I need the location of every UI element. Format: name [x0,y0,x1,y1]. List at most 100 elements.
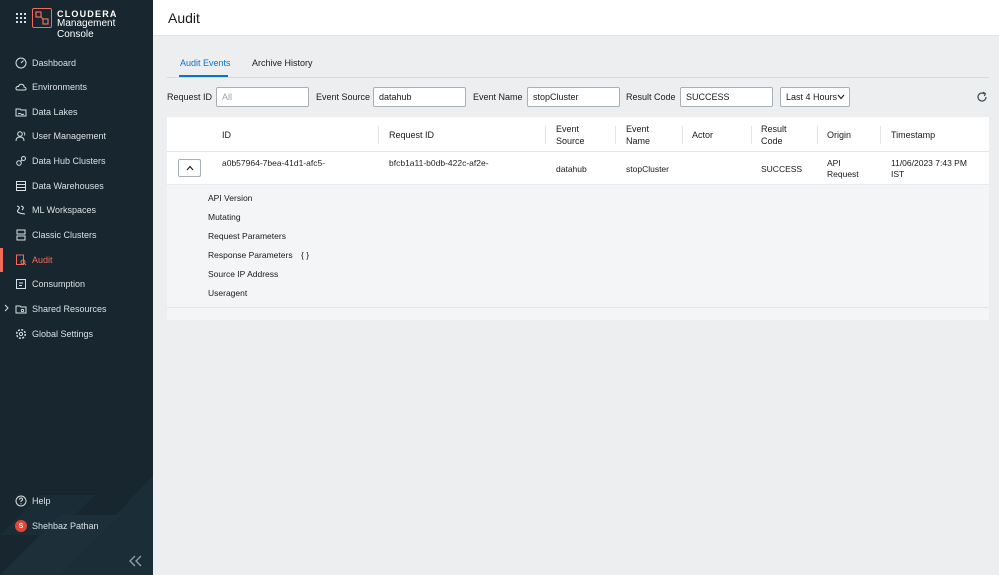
event-name-filter-label: Event Name [473,92,523,102]
nav-item-label: Audit [32,255,53,265]
detail-label-source-ip: Source IP Address [208,269,279,279]
col-header-origin[interactable]: Origin [827,129,851,141]
col-header-timestamp[interactable]: Timestamp [891,129,935,141]
col-header-event-name[interactable]: Event Name [626,123,650,147]
col-header-request-id[interactable]: Request ID [389,129,434,141]
sidebar: CLOUDERA Management Console Dashboard En… [0,0,153,575]
cell-result-code: SUCCESS [761,164,803,174]
nav-item-consumption[interactable]: Consumption [0,272,153,296]
redacted-text [388,170,508,178]
event-name-input[interactable]: stopCluster [527,87,620,107]
event-source-filter-label: Event Source [316,92,371,102]
nav-item-label: Data Hub Clusters [32,156,106,166]
nav-item-label: Data Warehouses [32,181,104,191]
gear-icon [15,328,27,340]
help-icon [15,495,27,507]
tab-archive-history[interactable]: Archive History [252,58,313,68]
cell-timestamp-line1: 11/06/2023 7:43 PM [891,158,967,168]
nav-item-user-management[interactable]: User Management [0,124,153,148]
nav-item-label: Dashboard [32,58,77,68]
col-header-actor[interactable]: Actor [692,129,713,141]
warehouse-icon [15,180,27,192]
chevron-right-icon[interactable] [4,304,9,312]
nav-item-label: Classic Clusters [32,230,97,240]
main-content: Audit Audit Events Archive History Reque… [153,0,999,575]
nav-item-label: Environments [32,82,88,92]
user-name: Shehbaz Pathan [32,521,99,531]
dashboard-icon [15,57,27,69]
time-range-select[interactable]: Last 4 Hours [780,87,850,107]
nav-item-label: Consumption [32,279,86,289]
redacted-actor [693,159,719,177]
column-divider [615,126,616,144]
nav-item-global-settings[interactable]: Global Settings [0,322,153,346]
chevron-up-icon [186,165,194,171]
request-id-filter-label: Request ID [167,92,213,102]
nav-item-data-hub-clusters[interactable]: Data Hub Clusters [0,149,153,173]
user-profile[interactable]: S Shehbaz Pathan [0,514,153,538]
nav-item-data-lakes[interactable]: Data Lakes [0,100,153,124]
detail-value-response-parameters: { } [301,250,310,260]
table-row[interactable]: a0b57964-7bea-41d1-afc5- bfcb1a11-b0db-4… [167,152,989,185]
nav-item-ml-workspaces[interactable]: ML Workspaces [0,198,153,222]
request-id-input[interactable] [216,87,309,107]
app-header: CLOUDERA Management Console [0,0,153,40]
nav-item-label: Shared Resources [32,304,107,314]
cell-event-name: stopCluster [626,164,669,174]
ml-icon [15,204,27,216]
nav-item-environments[interactable]: Environments [0,75,153,99]
nav-item-shared-resources[interactable]: Shared Resources [0,297,153,321]
nav-item-label: Global Settings [32,329,94,339]
col-header-event-name-line1: Event [626,124,650,134]
nav-item-label: User Management [32,131,107,141]
event-source-input[interactable]: datahub [373,87,466,107]
folder-icon [15,303,27,315]
detail-label-mutating: Mutating [208,212,241,222]
detail-label-api-version: API Version [208,193,253,203]
row-details-panel: API Version Mutating Request Parameters … [167,185,989,308]
col-header-event-source[interactable]: Event Source [556,123,585,147]
col-header-result-code[interactable]: Result Code [761,123,787,147]
refresh-icon[interactable] [976,91,988,103]
column-divider [378,126,379,144]
nav-item-label: Data Lakes [32,107,78,117]
cell-event-source: datahub [556,164,587,174]
column-divider [682,126,683,144]
nav-item-audit[interactable]: Audit [0,248,153,272]
cell-origin-line1: API [827,158,841,168]
col-header-result-code-line2: Code [761,136,783,146]
redacted-text [221,170,341,178]
col-header-event-name-line2: Name [626,136,651,146]
time-range-value: Last 4 Hours [786,92,838,102]
page-header: Audit [153,0,999,36]
server-icon [15,229,27,241]
consumption-icon [15,278,27,290]
avatar: S [15,520,27,532]
col-header-id[interactable]: ID [222,129,231,141]
data-lake-icon [15,106,27,118]
nav-item-help[interactable]: Help [0,489,153,513]
nav-item-dashboard[interactable]: Dashboard [0,51,153,75]
app-switcher-icon[interactable] [16,13,26,23]
audit-icon [15,254,27,266]
cell-id: a0b57964-7bea-41d1-afc5- [222,158,326,168]
collapse-sidebar-icon[interactable] [129,555,143,567]
detail-label-response-parameters: Response Parameters [208,250,293,260]
detail-label-useragent: Useragent [208,288,248,298]
nav-item-label: ML Workspaces [32,205,97,215]
column-divider [545,126,546,144]
tab-audit-events[interactable]: Audit Events [180,58,231,68]
cell-timestamp: 11/06/2023 7:43 PM IST [891,158,967,180]
chevron-down-icon [837,94,845,100]
nav-item-data-warehouses[interactable]: Data Warehouses [0,174,153,198]
brand-product: Management Console [57,18,116,40]
cell-request-id: bfcb1a11-b0db-422c-af2e- [389,158,489,168]
collapse-row-button[interactable] [178,159,201,177]
cell-timestamp-line2: IST [891,169,905,179]
nav-item-classic-clusters[interactable]: Classic Clusters [0,223,153,247]
col-header-result-code-line1: Result [761,124,787,134]
help-label: Help [32,496,51,506]
detail-label-request-parameters: Request Parameters [208,231,286,241]
page-title: Audit [168,10,200,26]
result-code-input[interactable]: SUCCESS [680,87,773,107]
